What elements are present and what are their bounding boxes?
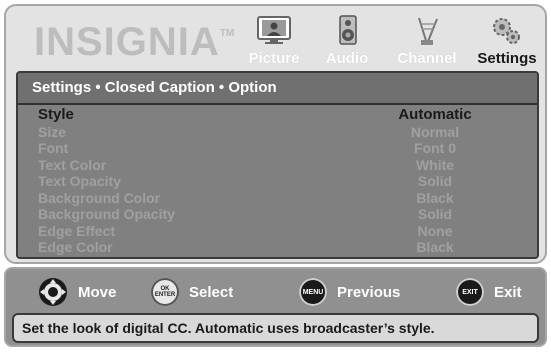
options-list: Style Automatic Size Normal Font Font 0 … — [32, 106, 523, 256]
tab-settings-label: Settings — [477, 50, 537, 67]
tab-picture-label: Picture — [248, 50, 300, 67]
legend-move: Move — [38, 277, 116, 307]
menu-button-icon: MENU — [299, 278, 327, 306]
picture-icon — [257, 16, 291, 44]
brand-name: INSIGNIA — [34, 20, 220, 64]
legend-previous-label: Previous — [337, 283, 401, 301]
legend-move-label: Move — [78, 283, 117, 301]
gears-icon — [493, 18, 520, 44]
option-row-text-opacity[interactable]: Text Opacity Solid — [32, 173, 523, 190]
option-label: Edge Color — [38, 239, 113, 255]
option-value: Solid — [417, 173, 453, 189]
dpad-icon — [39, 278, 67, 306]
option-label: Edge Effect — [38, 222, 116, 239]
trademark: TM — [219, 28, 235, 39]
option-value: Normal — [410, 123, 460, 140]
speaker-icon — [339, 15, 357, 45]
option-row-text-color[interactable]: Text Color White — [32, 157, 523, 174]
legend-previous: MENU Previous — [299, 277, 400, 307]
tab-audio-label: Audio — [325, 50, 369, 67]
option-label: Text Opacity — [38, 173, 121, 189]
insignia-logo: INSIGNIATM — [34, 20, 234, 65]
exit-text: EXIT — [462, 288, 478, 296]
option-label: Text Color — [38, 156, 107, 173]
tab-channel-label: Channel — [397, 50, 457, 67]
help-text: Set the look of digital CC. Automatic us… — [12, 313, 539, 343]
option-label: Size — [38, 123, 67, 140]
option-label: Style — [38, 106, 74, 123]
option-value: Solid — [417, 206, 453, 222]
option-value: White — [415, 156, 455, 173]
legend-exit-label: Exit — [494, 283, 522, 301]
exit-button-icon: EXIT — [456, 278, 484, 306]
menu-text: MENU — [302, 288, 324, 296]
enter-text: ENTER — [154, 292, 176, 298]
option-row-background-opacity[interactable]: Background Opacity Solid — [32, 206, 523, 223]
option-label: Background Color — [38, 189, 161, 206]
options-panel: Settings • Closed Caption • Option Style… — [16, 71, 539, 259]
legend-select-label: Select — [189, 283, 234, 301]
option-value: Automatic — [398, 106, 472, 123]
tab-settings[interactable]: Settings — [472, 14, 542, 67]
option-label: Background Opacity — [38, 206, 175, 222]
tab-audio[interactable]: Audio — [312, 14, 382, 67]
option-row-background-color[interactable]: Background Color Black — [32, 190, 523, 207]
tab-channel[interactable]: Channel — [392, 14, 462, 67]
tab-picture[interactable]: Picture — [239, 14, 309, 67]
antenna-icon — [418, 17, 438, 45]
ok-enter-icon: OK ENTER — [151, 278, 179, 306]
button-legend: Move OK ENTER Select MENU Previous EXIT E… — [16, 271, 535, 311]
legend-exit: EXIT Exit — [456, 277, 522, 307]
legend-select: OK ENTER Select — [151, 277, 233, 307]
option-row-style[interactable]: Style Automatic — [32, 106, 523, 124]
tv-menu-screen: INSIGNIATM Picture Audio Channel Setting… — [4, 4, 547, 348]
option-row-size[interactable]: Size Normal — [32, 124, 523, 141]
option-label: Font — [38, 140, 69, 156]
option-value: Black — [416, 189, 454, 206]
breadcrumb: Settings • Closed Caption • Option — [18, 73, 537, 105]
menu-frame: INSIGNIATM Picture Audio Channel Setting… — [4, 4, 547, 264]
option-row-font[interactable]: Font Font 0 — [32, 140, 523, 157]
help-bar: Move OK ENTER Select MENU Previous EXIT E… — [4, 267, 547, 347]
option-row-edge-color[interactable]: Edge Color Black — [32, 239, 523, 256]
option-value: None — [417, 222, 453, 239]
option-value: Black — [416, 239, 454, 255]
option-value: Font 0 — [414, 140, 456, 156]
option-row-edge-effect[interactable]: Edge Effect None — [32, 223, 523, 240]
